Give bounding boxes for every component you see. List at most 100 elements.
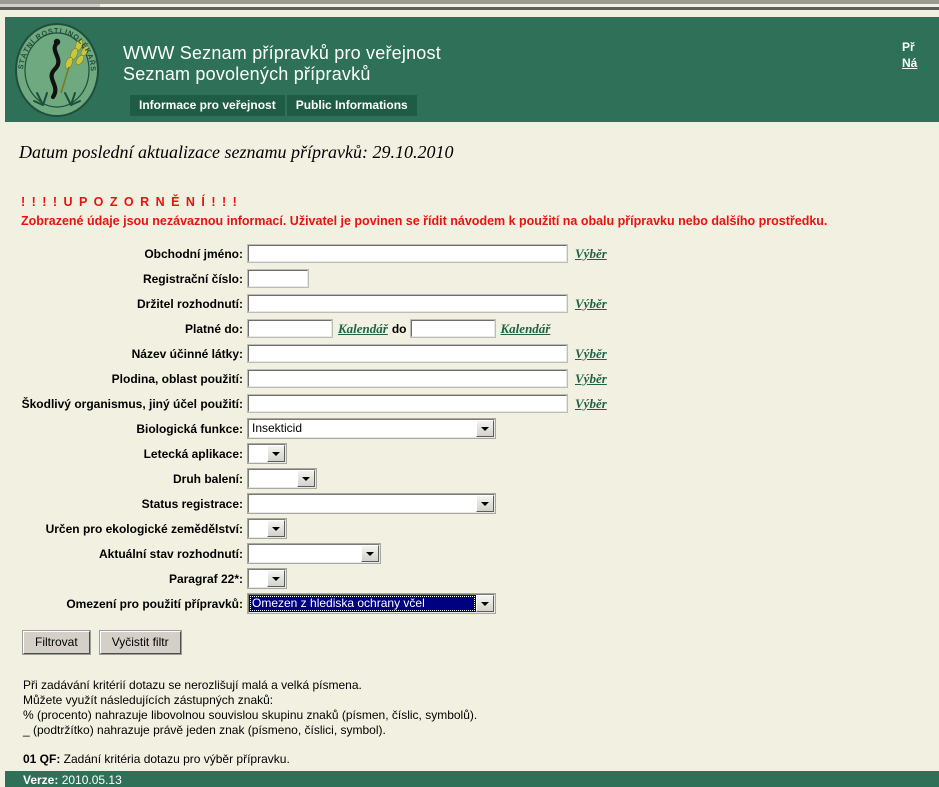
select-omezeni-pouziti-value: Omezen z hlediska ochrany včel <box>249 595 476 612</box>
header-link-napoveda[interactable]: Ná <box>902 55 939 71</box>
select-druh-baleni[interactable] <box>247 468 317 489</box>
label-skodlivy-organismus: Škodlivý organismus, jiný účel použití: <box>21 396 243 411</box>
row-drzitel-rozhodnuti: Držitel rozhodnutí: Výběr <box>5 294 939 313</box>
link-vyber-plodina[interactable]: Výběr <box>575 371 607 387</box>
form-action-buttons: Filtrovat Vyčistit filtr <box>22 630 939 655</box>
chevron-down-icon[interactable] <box>476 595 494 612</box>
row-paragraf-22: Paragraf 22*: <box>5 568 939 589</box>
help-qf-line: 01 QF: Zadání kritéria dotazu pro výběr … <box>23 752 939 767</box>
page-title: WWW Seznam přípravků pro veřejnost <box>123 43 441 63</box>
label-aktualni-stav-rozhodnuti: Aktuální stav rozhodnutí: <box>99 546 243 561</box>
label-letecka-aplikace: Letecká aplikace: <box>143 446 243 461</box>
link-vyber-obchodni-jmeno[interactable]: Výběr <box>575 246 607 262</box>
input-obchodni-jmeno[interactable] <box>247 244 568 263</box>
footer-version: Verze: 2010.05.13 <box>5 771 939 787</box>
input-skodlivy-organismus[interactable] <box>247 394 568 413</box>
browser-chrome-strip <box>0 0 939 14</box>
label-druh-baleni: Druh balení: <box>172 471 243 486</box>
label-status-registrace: Status registrace: <box>141 496 243 511</box>
chevron-down-icon[interactable] <box>267 520 285 537</box>
row-registracni-cislo: Registrační číslo: <box>5 269 939 288</box>
input-platne-do-do[interactable] <box>409 319 496 338</box>
link-vyber-drzitel[interactable]: Výběr <box>575 296 607 312</box>
row-plodina: Plodina, oblast použití: Výběr <box>5 369 939 388</box>
filter-button[interactable]: Filtrovat <box>22 630 91 655</box>
label-drzitel-rozhodnuti: Držitel rozhodnutí: <box>137 296 243 311</box>
row-status-registrace: Status registrace: <box>5 493 939 514</box>
label-registracni-cislo: Registrační číslo: <box>142 271 243 286</box>
logo-svg: STÁTNÍ ROSTLINOLÉKAŘSKÁ SPRÁVA <box>10 14 99 117</box>
chrome-bar-bottom <box>0 7 939 10</box>
label-obchodni-jmeno: Obchodní jméno: <box>144 246 243 261</box>
input-plodina[interactable] <box>247 369 568 388</box>
warning-text: Zobrazené údaje jsou nezávaznou informac… <box>21 214 828 228</box>
site-header: STÁTNÍ ROSTLINOLÉKAŘSKÁ SPRÁVA WWW Sezna… <box>5 14 939 122</box>
header-link-list: Př Ná <box>902 39 939 71</box>
footer-version-label: Verze: <box>23 773 59 787</box>
main-navigation: Informace pro veřejnost Public Informati… <box>130 95 417 116</box>
last-update-line: Datum poslední aktualizace seznamu přípr… <box>19 142 454 162</box>
chevron-down-icon[interactable] <box>476 420 494 437</box>
select-letecka-aplikace-value <box>249 445 267 462</box>
select-biologicka-funkce[interactable]: Insekticid <box>247 418 496 439</box>
row-druh-baleni: Druh balení: <box>5 468 939 489</box>
chevron-down-icon[interactable] <box>297 470 315 487</box>
chevron-down-icon[interactable] <box>267 570 285 587</box>
help-line-1: Při zadávání kritérií dotazu se nerozliš… <box>23 678 362 692</box>
select-paragraf-22[interactable] <box>247 568 287 589</box>
input-drzitel-rozhodnuti[interactable] <box>247 294 568 313</box>
help-qf-text: Zadání kritéria dotazu pro výběr příprav… <box>60 752 290 766</box>
label-plodina: Plodina, oblast použití: <box>111 371 243 386</box>
chevron-down-icon[interactable] <box>476 495 494 512</box>
search-filter-form: Obchodní jméno: Výběr Registrační číslo:… <box>5 244 939 614</box>
row-letecka-aplikace: Letecká aplikace: <box>5 443 939 464</box>
header-title-block: WWW Seznam přípravků pro veřejnost Sezna… <box>123 43 441 85</box>
site-footer: Verze: 2010.05.13 <box>5 771 939 787</box>
tab-public-informations[interactable]: Public Informations <box>286 95 417 116</box>
row-skodlivy-organismus: Škodlivý organismus, jiný účel použití: … <box>5 394 939 413</box>
input-registracni-cislo[interactable] <box>247 269 309 288</box>
select-druh-baleni-value <box>249 470 297 487</box>
select-status-registrace-value <box>249 495 476 512</box>
link-vyber-nazev-latky[interactable]: Výběr <box>575 346 607 362</box>
label-platne-do: Platné do: <box>184 321 243 336</box>
warning-heading: ! ! ! ! U P O Z O R N Ě N Í ! ! ! <box>21 195 239 209</box>
page-subtitle: Seznam povolených přípravků <box>123 64 371 84</box>
chevron-down-icon[interactable] <box>267 445 285 462</box>
link-vyber-skodlivy-organismus[interactable]: Výběr <box>575 396 607 412</box>
main-content: Datum poslední aktualizace seznamu přípr… <box>5 122 939 767</box>
label-omezeni-pouziti: Omezení pro použití přípravků: <box>66 596 243 611</box>
select-aktualni-stav-rozhodnuti[interactable] <box>247 543 381 564</box>
label-do-separator: do <box>391 321 407 336</box>
clear-filter-button[interactable]: Vyčistit filtr <box>98 630 182 655</box>
input-nazev-ucinne-latky[interactable] <box>247 344 568 363</box>
select-ekologicke-zemedelstvi[interactable] <box>247 518 287 539</box>
select-ekologicke-zemedelstvi-value <box>249 520 267 537</box>
row-nazev-ucinne-latky: Název účinné látky: Výběr <box>5 344 939 363</box>
row-aktualni-stav-rozhodnuti: Aktuální stav rozhodnutí: <box>5 543 939 564</box>
page-root: STÁTNÍ ROSTLINOLÉKAŘSKÁ SPRÁVA WWW Sezna… <box>0 0 939 787</box>
agency-logo: STÁTNÍ ROSTLINOLÉKAŘSKÁ SPRÁVA <box>10 14 101 119</box>
row-ekologicke-zemedelstvi: Určen pro ekologické zemědělství: <box>5 518 939 539</box>
select-paragraf-22-value <box>249 570 267 587</box>
chevron-down-icon[interactable] <box>361 545 379 562</box>
label-ekologicke-zemedelstvi: Určen pro ekologické zemědělství: <box>45 521 243 536</box>
help-line-3: % (procento) nahrazuje libovolnou souvis… <box>23 708 478 722</box>
select-aktualni-stav-rozhodnuti-value <box>249 545 361 562</box>
link-kalendar-do[interactable]: Kalendář <box>501 321 551 337</box>
label-paragraf-22: Paragraf 22*: <box>168 571 243 586</box>
select-biologicka-funkce-value: Insekticid <box>249 420 476 437</box>
help-line-2: Můžete využít následujících zástupných z… <box>23 693 274 707</box>
help-line-4: _ (podtržítko) nahrazuje právě jeden zna… <box>23 723 386 737</box>
select-omezeni-pouziti[interactable]: Omezen z hlediska ochrany včel <box>247 593 496 614</box>
link-kalendar-od[interactable]: Kalendář <box>338 321 388 337</box>
select-letecka-aplikace[interactable] <box>247 443 287 464</box>
select-status-registrace[interactable] <box>247 493 496 514</box>
help-text-block: Při zadávání kritérií dotazu se nerozliš… <box>23 678 939 767</box>
label-biologicka-funkce: Biologická funkce: <box>136 421 243 436</box>
help-qf-code: 01 QF: <box>23 752 61 766</box>
header-link-prihlaseni[interactable]: Př <box>902 39 939 55</box>
chrome-bar-top <box>0 0 939 4</box>
input-platne-do-od[interactable] <box>247 319 333 338</box>
tab-informace-pro-verejnost[interactable]: Informace pro veřejnost <box>130 95 285 116</box>
